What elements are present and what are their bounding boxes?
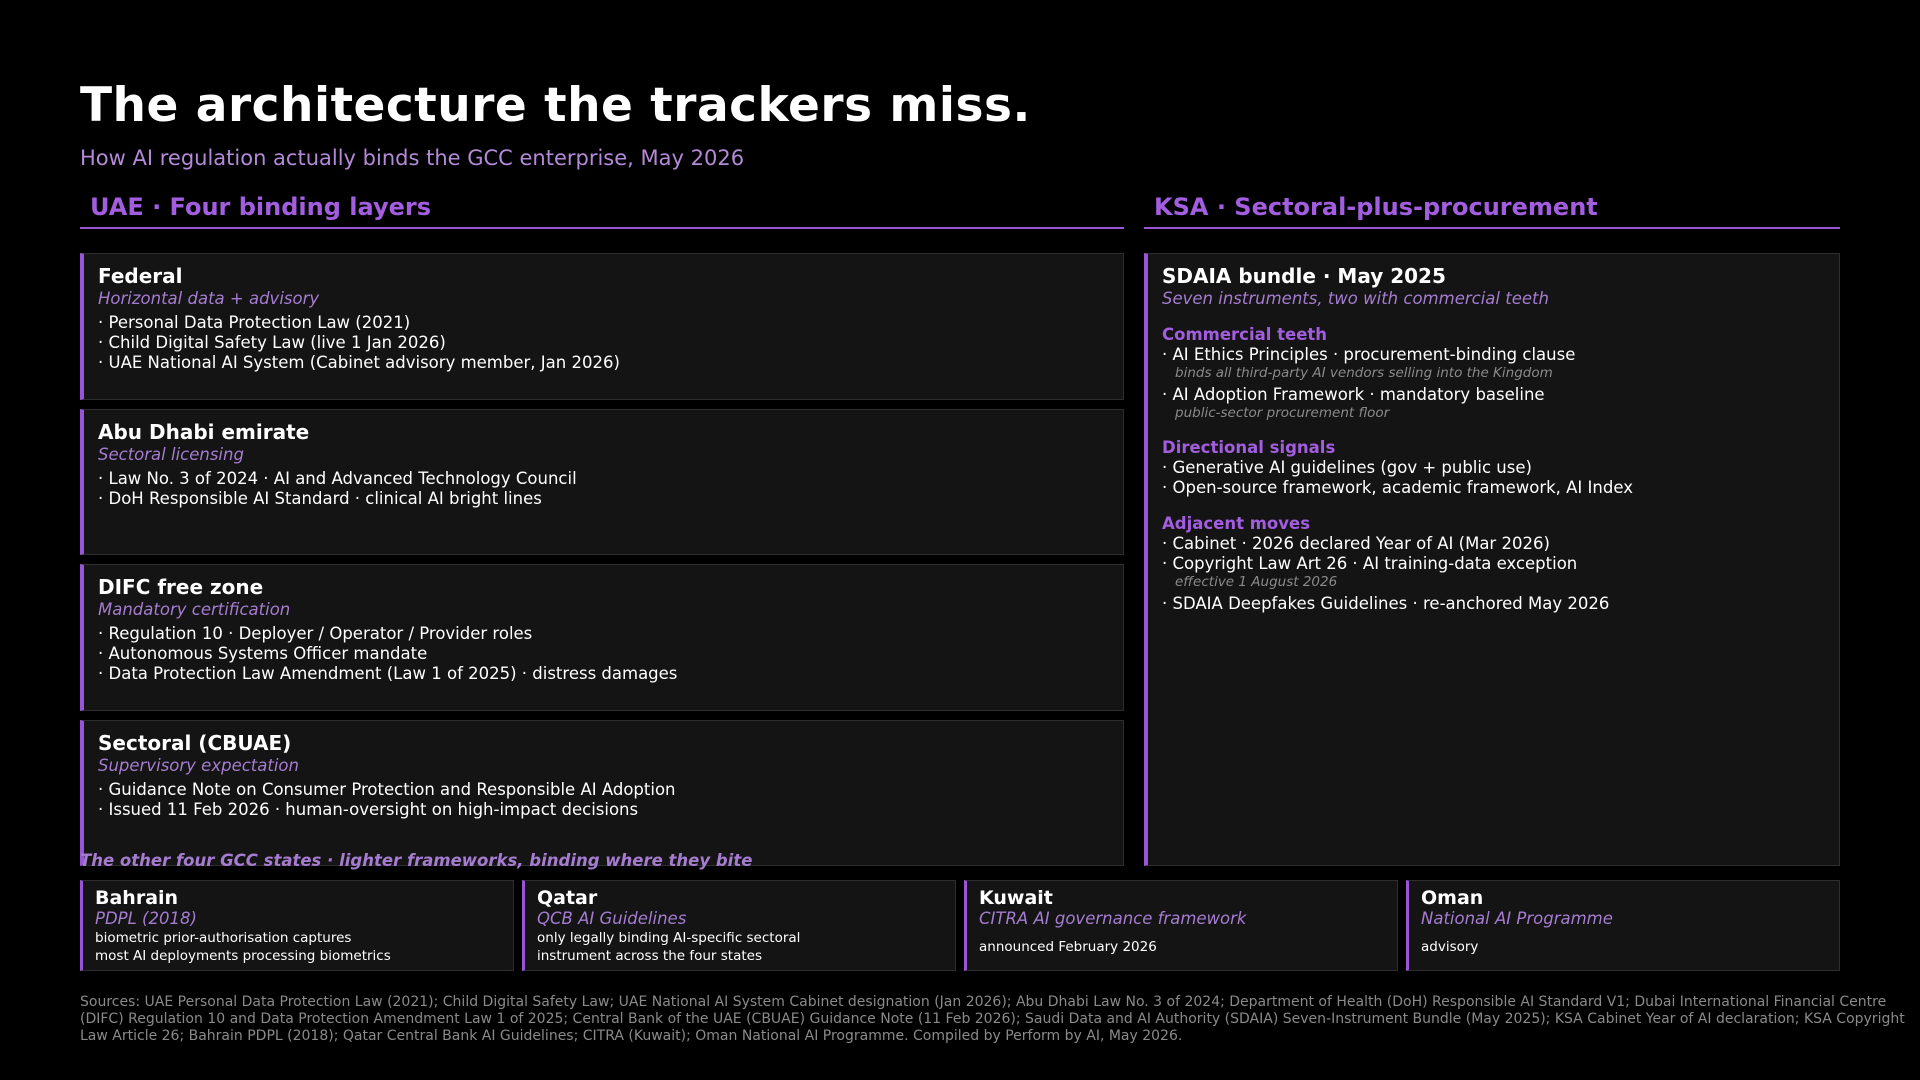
card-subtitle: Mandatory certification <box>98 600 291 619</box>
bullet-item: Data Protection Law Amendment (Law 1 of … <box>98 664 1123 684</box>
bullet-item: Issued 11 Feb 2026 · human-oversight on … <box>98 800 1123 820</box>
card-title: Federal <box>98 264 183 288</box>
bullet-item: Guidance Note on Consumer Protection and… <box>98 780 1123 800</box>
bullet-item: Cabinet · 2026 declared Year of AI (Mar … <box>1162 534 1839 554</box>
uae-card-difc: DIFC free zone Mandatory certification R… <box>80 564 1124 711</box>
bullet-list: Guidance Note on Consumer Protection and… <box>98 780 1123 820</box>
state-framework: QCB AI Guidelines <box>537 909 687 928</box>
state-card-qatar: Qatar QCB AI Guidelines only legally bin… <box>522 880 956 971</box>
bullet-item: AI Ethics Principles · procurement-bindi… <box>1162 345 1839 365</box>
group-heading-adjacent: Adjacent moves <box>1162 514 1311 533</box>
uae-card-cbuae: Sectoral (CBUAE) Supervisory expectation… <box>80 720 1124 866</box>
other-states-caption: The other four GCC states · lighter fram… <box>80 851 753 870</box>
bullet-item: Open-source framework, academic framewor… <box>1162 478 1839 498</box>
state-framework: CITRA AI governance framework <box>979 909 1247 928</box>
bullet-item: Child Digital Safety Law (live 1 Jan 202… <box>98 333 1123 353</box>
state-name: Qatar <box>537 887 598 909</box>
bullet-item: UAE National AI System (Cabinet advisory… <box>98 353 1123 373</box>
page-title: The architecture the trackers miss. <box>80 78 1031 133</box>
state-framework: PDPL (2018) <box>95 909 197 928</box>
bullet-item: Copyright Law Art 26 · AI training-data … <box>1162 554 1839 574</box>
state-description-line: biometric prior-authorisation captures <box>95 930 352 946</box>
bullet-note: binds all third-party AI vendors selling… <box>1175 365 1553 381</box>
sources-footnote: Sources: UAE Personal Data Protection La… <box>80 994 1905 1044</box>
state-name: Bahrain <box>95 887 179 909</box>
bullet-item: Generative AI guidelines (gov + public u… <box>1162 458 1839 478</box>
card-title: Abu Dhabi emirate <box>98 420 310 444</box>
state-card-bahrain: Bahrain PDPL (2018) biometric prior-auth… <box>80 880 514 971</box>
bullet-note: public-sector procurement floor <box>1175 405 1390 421</box>
state-description-line: only legally binding AI-specific sectora… <box>537 930 801 946</box>
uae-card-federal: Federal Horizontal data + advisory Perso… <box>80 253 1124 400</box>
state-name: Oman <box>1421 887 1484 909</box>
state-description-line: advisory <box>1421 939 1479 955</box>
state-card-oman: Oman National AI Programme advisory <box>1406 880 1840 971</box>
state-card-kuwait: Kuwait CITRA AI governance framework ann… <box>964 880 1398 971</box>
group-heading-directional: Directional signals <box>1162 438 1336 457</box>
slide: The architecture the trackers miss. How … <box>0 0 1920 1080</box>
bullet-list: Personal Data Protection Law (2021) Chil… <box>98 313 1123 373</box>
ksa-card-sdaia: SDAIA bundle · May 2025 Seven instrument… <box>1144 253 1840 866</box>
state-name: Kuwait <box>979 887 1053 909</box>
bullet-list: Law No. 3 of 2024 · AI and Advanced Tech… <box>98 469 1123 509</box>
card-subtitle: Supervisory expectation <box>98 756 299 775</box>
card-subtitle: Sectoral licensing <box>98 445 244 464</box>
bullet-note: effective 1 August 2026 <box>1175 574 1338 590</box>
card-subtitle: Seven instruments, two with commercial t… <box>1162 289 1549 308</box>
state-framework: National AI Programme <box>1421 909 1613 928</box>
card-subtitle: Horizontal data + advisory <box>98 289 320 308</box>
card-title: SDAIA bundle · May 2025 <box>1162 264 1446 288</box>
bullet-item: Autonomous Systems Officer mandate <box>98 644 1123 664</box>
bullet-item: Regulation 10 · Deployer / Operator / Pr… <box>98 624 1123 644</box>
bullet-item: SDAIA Deepfakes Guidelines · re-anchored… <box>1162 594 1839 614</box>
card-title: DIFC free zone <box>98 575 264 599</box>
ksa-column-heading: KSA · Sectoral-plus-procurement <box>1144 193 1840 229</box>
group-heading-commercial: Commercial teeth <box>1162 325 1328 344</box>
state-description-line: most AI deployments processing biometric… <box>95 948 391 964</box>
card-title: Sectoral (CBUAE) <box>98 731 292 755</box>
bullet-item: AI Adoption Framework · mandatory baseli… <box>1162 385 1839 405</box>
bullet-item: Law No. 3 of 2024 · AI and Advanced Tech… <box>98 469 1123 489</box>
bullet-list: Regulation 10 · Deployer / Operator / Pr… <box>98 624 1123 684</box>
state-description-line: announced February 2026 <box>979 939 1157 955</box>
state-description-line: instrument across the four states <box>537 948 762 964</box>
uae-column-heading: UAE · Four binding layers <box>80 193 1124 229</box>
bullet-item: DoH Responsible AI Standard · clinical A… <box>98 489 1123 509</box>
bullet-item: Personal Data Protection Law (2021) <box>98 313 1123 333</box>
page-subtitle: How AI regulation actually binds the GCC… <box>80 146 745 170</box>
uae-card-abu-dhabi: Abu Dhabi emirate Sectoral licensing Law… <box>80 409 1124 555</box>
